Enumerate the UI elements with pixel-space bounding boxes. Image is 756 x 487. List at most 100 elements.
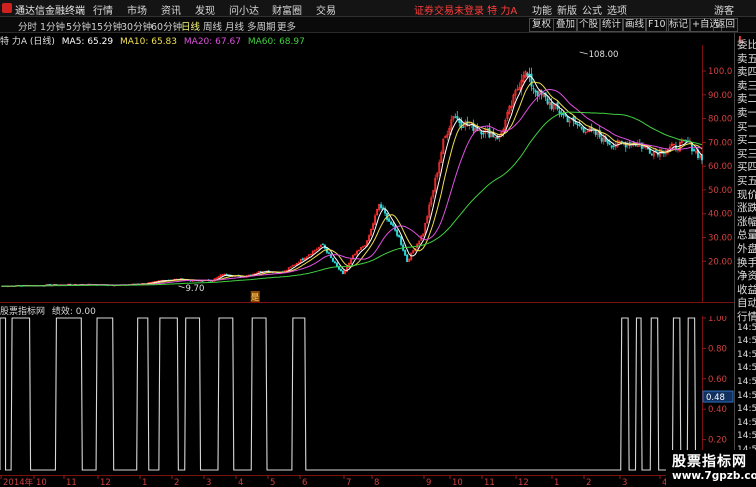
candle-body <box>594 130 597 135</box>
candle-body <box>478 129 481 131</box>
candle-body <box>388 218 391 222</box>
menu-item-discover[interactable]: 发现 <box>195 2 215 17</box>
candle-body <box>482 133 485 135</box>
quote-field-label: 14:5 <box>737 322 756 333</box>
candle-body <box>341 270 344 275</box>
period-30min[interactable]: 30分钟 <box>121 19 152 33</box>
candle-body <box>558 110 561 114</box>
candle-body <box>404 250 407 256</box>
candle-body <box>392 223 395 226</box>
indicator-tick-label: 0.40 <box>708 405 727 415</box>
mark-button[interactable]: 标记 <box>666 18 692 32</box>
period-1min[interactable]: 1分钟 <box>40 19 65 33</box>
candle-body <box>406 254 409 263</box>
candle-body <box>333 261 336 264</box>
menu-item-wealth[interactable]: 财富圈 <box>272 2 302 17</box>
guest-label[interactable]: 游客 <box>714 2 734 17</box>
candle-body <box>335 262 338 267</box>
period-more[interactable]: 更多 <box>277 19 296 33</box>
candle-body <box>456 116 459 119</box>
price-tick-label: 90.00 <box>708 91 732 101</box>
draw-line-button[interactable]: 画线 <box>622 18 648 32</box>
period-15min[interactable]: 15分钟 <box>91 19 122 33</box>
menu-formula[interactable]: 公式 <box>582 2 602 17</box>
time-tick-label: 3 <box>206 478 211 487</box>
event-marker-label: 是 <box>251 293 260 303</box>
candle-body <box>526 72 529 77</box>
time-tick-label: 1 <box>554 478 559 487</box>
menu-function[interactable]: 功能 <box>532 2 552 17</box>
price-tick-label: 70.00 <box>708 138 732 148</box>
candle-body <box>358 249 361 251</box>
price-tick-label: 30.00 <box>708 234 732 244</box>
candle-body <box>380 204 383 209</box>
menu-item-market[interactable]: 市场 <box>127 2 147 17</box>
period-60min[interactable]: 60分钟 <box>151 19 182 33</box>
quote-panel: L 委比 卖五 卖四 卖三 卖二 卖一 买一 买二 买三 买四 买五 现价 涨跌 涨幅 总量 外盘 换手 净资 收益自… <box>734 33 756 487</box>
candle-body <box>608 142 611 145</box>
candle-body <box>692 149 695 152</box>
price-tick-label: 40.00 <box>708 210 732 220</box>
candle-body <box>576 124 579 126</box>
period-5min[interactable]: 5分钟 <box>66 19 91 33</box>
period-tick[interactable]: 分时 <box>18 19 37 33</box>
menu-item-quotes[interactable]: 行情 <box>93 2 113 17</box>
candle-body <box>458 119 461 123</box>
menu-item-news[interactable]: 资讯 <box>161 2 181 17</box>
time-tick-label: 7 <box>346 478 351 487</box>
period-multi[interactable]: 多周期 <box>247 19 276 33</box>
login-alert[interactable]: 证券交易未登录 特 力A <box>414 2 517 17</box>
quote-field-label: 14:5 <box>737 377 756 387</box>
time-tick-label: 12 <box>518 478 529 487</box>
candle-body <box>534 89 537 93</box>
candle-body <box>578 124 581 126</box>
candle-body <box>398 234 401 238</box>
candle-body <box>612 145 615 147</box>
period-weekly[interactable]: 周线 <box>203 19 222 33</box>
menu-item-trade[interactable]: 交易 <box>316 2 336 17</box>
time-tick-label: 12 <box>100 478 111 487</box>
quote-field-label: 14:5 <box>737 349 756 360</box>
overlay-button[interactable]: 叠加 <box>553 18 579 32</box>
ma60-line <box>1 111 703 287</box>
candle-body <box>480 131 483 135</box>
candlestick-chart[interactable]: 100.0 90.00 80.00 70.00 60.00 50.00 40.00 30.00… <box>0 45 734 303</box>
statistics-button[interactable]: 统计 <box>599 18 625 32</box>
stock-button[interactable]: 个股 <box>576 18 602 32</box>
menu-bar: 通达信金融终端 行情 市场 资讯 发现 问小达 财富圈 交易 证券交易未登录 特… <box>0 0 756 17</box>
period-toolbar: 分时 1分钟 5分钟 15分钟 30分钟 60分钟 日线 周线 月线 多周期 更… <box>0 17 756 33</box>
restore-rights-button[interactable]: 复权 <box>529 18 555 32</box>
indicator-chart[interactable]: 1.000.800.600.400.200.482014年 10 11 12 1 2 3 4 5… <box>0 316 734 487</box>
app-title: 通达信金融终端 <box>15 6 85 17</box>
time-tick-label: 1 <box>142 478 147 487</box>
candle-body <box>650 154 653 156</box>
candle-body <box>600 137 603 142</box>
price-tick-label: 100.0 <box>708 67 732 77</box>
candle-body <box>331 257 334 262</box>
menu-item-ask[interactable]: 问小达 <box>229 2 259 17</box>
candle-body <box>528 74 531 76</box>
period-daily[interactable]: 日线 <box>181 19 200 33</box>
ma5-line <box>1 75 703 287</box>
watermark-title: 股票指标网 <box>672 454 747 470</box>
menu-options[interactable]: 选项 <box>607 2 627 17</box>
time-tick-label: 5 <box>270 478 275 487</box>
price-tick-label: 20.00 <box>708 257 732 267</box>
time-tick-label: 9 <box>426 478 431 487</box>
candle-body <box>532 88 535 90</box>
high-pointer <box>579 51 588 55</box>
candle-body <box>396 229 399 236</box>
time-tick-label: 2 <box>174 478 179 487</box>
low-price-label: 9.70 <box>186 284 205 294</box>
candle-body <box>390 221 393 225</box>
candle-body <box>580 126 583 129</box>
quote-field-label: 14:5 <box>737 417 756 428</box>
period-monthly[interactable]: 月线 <box>225 19 244 33</box>
watermark: 股票指标网 www.7gpzb.com <box>666 450 756 487</box>
time-tick-label: 10 <box>452 478 463 487</box>
candle-body <box>259 271 262 273</box>
indicator-legend: 股票指标网 绩效: 0.00 <box>0 304 100 317</box>
candle-body <box>321 243 324 246</box>
menu-new-version[interactable]: 新版 <box>557 2 577 17</box>
back-button[interactable]: 返回 <box>713 18 739 32</box>
